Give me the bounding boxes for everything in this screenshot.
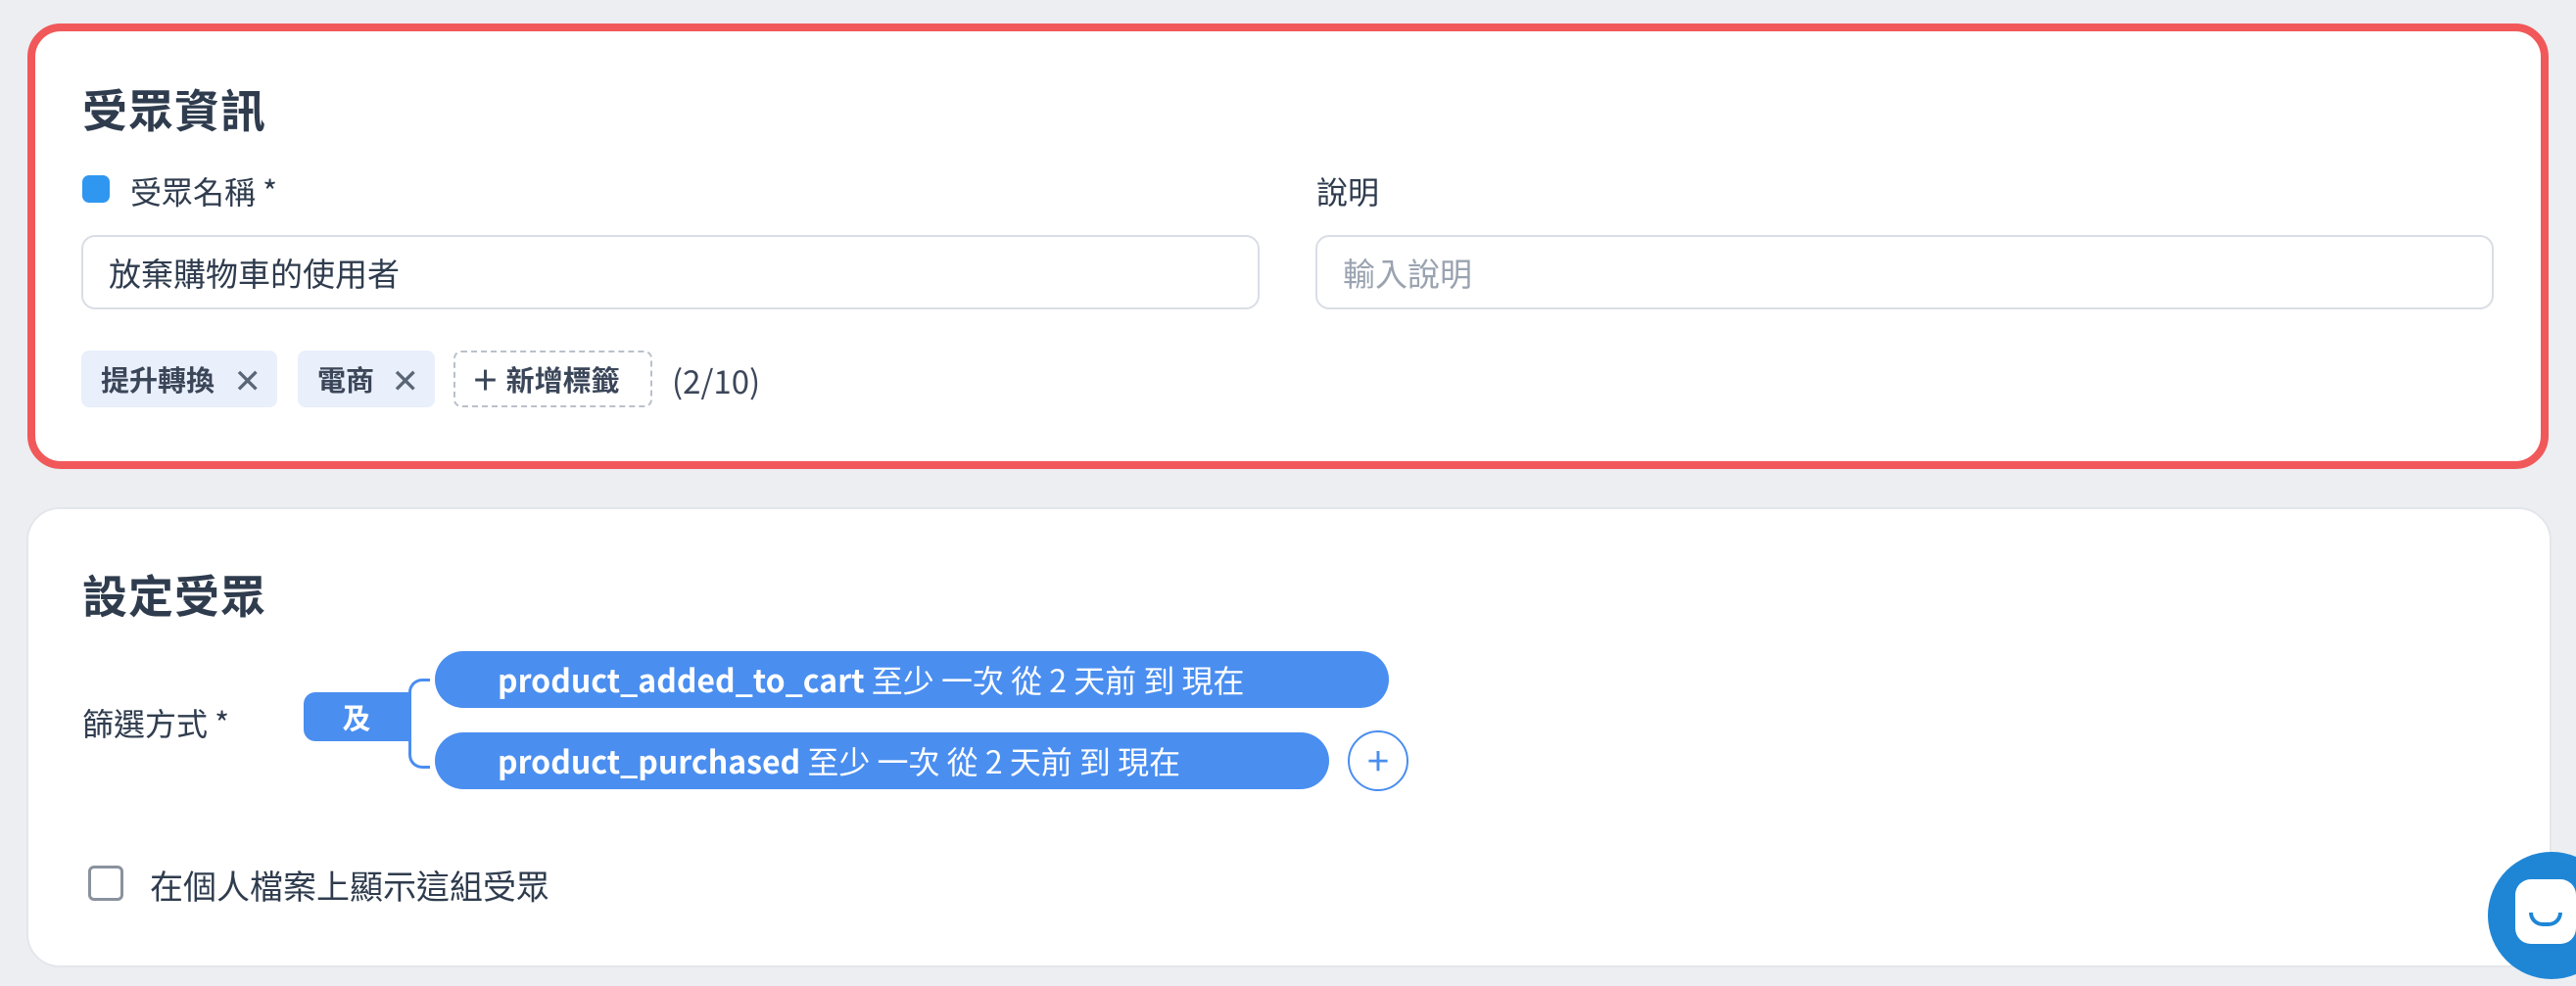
- description-label: 說明: [1316, 168, 1380, 213]
- close-icon[interactable]: ✕: [234, 351, 262, 407]
- condition-rule: 至少 一次 從 2 天前 到 現在: [864, 657, 1245, 702]
- condition-event: product_added_to_cart: [498, 657, 865, 702]
- filter-method-label: 篩選方式 *: [82, 700, 230, 745]
- logic-operator-button[interactable]: 及: [304, 692, 409, 741]
- condition-event: product_purchased: [498, 738, 801, 783]
- tag-label: 電商: [317, 358, 375, 399]
- condition-rule: 至少 一次 從 2 天前 到 現在: [800, 738, 1181, 783]
- audience-name-input[interactable]: 放棄購物車的使用者: [81, 235, 1260, 309]
- show-on-profile-label: 在個人檔案上顯示這組受眾: [150, 861, 549, 909]
- close-icon[interactable]: ✕: [392, 351, 420, 407]
- audience-name-label: 受眾名稱 *: [130, 168, 278, 213]
- condition-pill[interactable]: product_added_to_cart 至少 一次 從 2 天前 到 現在: [435, 651, 1389, 708]
- show-on-profile-checkbox[interactable]: [88, 866, 123, 901]
- audience-color-marker[interactable]: [82, 175, 110, 203]
- tag-chip: 提升轉換 ✕: [81, 351, 277, 407]
- condition-bracket: [408, 679, 430, 769]
- tag-count: (2/10): [672, 356, 761, 403]
- audience-setup-title: 設定受眾: [82, 562, 266, 627]
- condition-pill[interactable]: product_purchased 至少 一次 從 2 天前 到 現在: [435, 732, 1329, 789]
- tag-chip: 電商 ✕: [298, 351, 435, 407]
- add-tag-button[interactable]: ＋ 新增標籤: [453, 351, 652, 407]
- description-input[interactable]: 輸入說明: [1315, 235, 2494, 309]
- chat-bubble-icon: [2515, 879, 2576, 944]
- plus-icon[interactable]: +: [1348, 730, 1408, 791]
- tag-label: 提升轉換: [101, 358, 215, 399]
- audience-info-title: 受眾資訊: [82, 76, 266, 141]
